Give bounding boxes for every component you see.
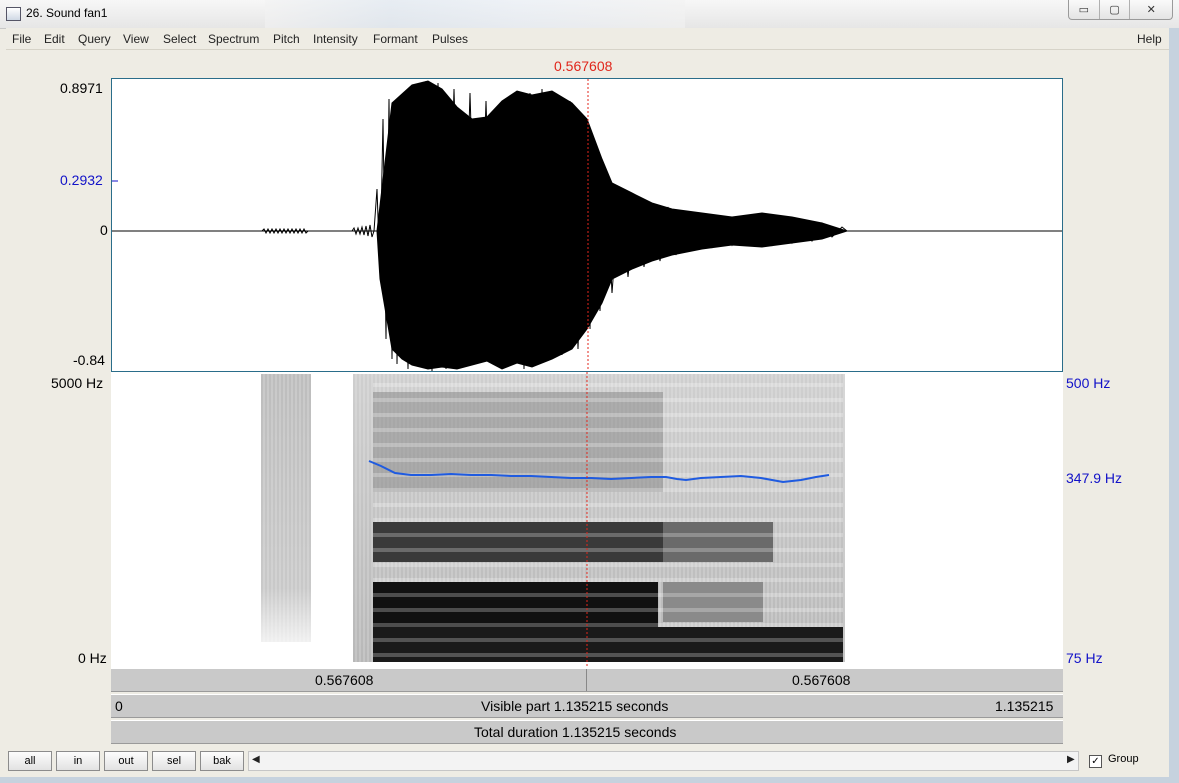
menu-help[interactable]: Help [1137, 32, 1162, 46]
cursor-time-bar[interactable]: 0.567608 0.567608 [111, 668, 1063, 692]
horizontal-scrollbar[interactable]: ◀ ▶ [248, 751, 1079, 771]
menu-edit[interactable]: Edit [44, 32, 65, 46]
spectrogram-panel[interactable] [111, 372, 1063, 668]
menu-pulses[interactable]: Pulses [432, 32, 468, 46]
title-bar[interactable]: 26. Sound fan1 ▭ ▢ ✕ [0, 0, 1179, 29]
wave-ymid-label: 0.2932 [60, 172, 103, 188]
scroll-thumb[interactable] [263, 753, 1064, 769]
waveform-panel[interactable] [111, 78, 1063, 372]
zoom-all-button[interactable]: all [8, 751, 52, 771]
visible-part-bar[interactable]: 0 Visible part 1.135215 seconds 1.135215 [111, 694, 1063, 718]
zoom-out-button[interactable]: out [104, 751, 148, 771]
total-duration-bar[interactable]: Total duration 1.135215 seconds [111, 720, 1063, 744]
zoom-in-button[interactable]: in [56, 751, 100, 771]
minimize-button[interactable]: ▭ [1069, 0, 1100, 19]
zoom-sel-button[interactable]: sel [152, 751, 196, 771]
cursor-time-label: 0.567608 [554, 58, 613, 74]
wave-ymax-label: 0.8971 [60, 80, 103, 96]
total-duration-label: Total duration 1.135215 seconds [474, 724, 677, 740]
zoom-back-button[interactable]: bak [200, 751, 244, 771]
pitch-bottom-label: 75 Hz [1066, 650, 1103, 666]
praat-sound-editor-window: 26. Sound fan1 ▭ ▢ ✕ File Edit Query Vie… [0, 0, 1179, 783]
spectrogram-energy [261, 374, 845, 662]
bottom-toolbar: all in out sel bak ◀ ▶ ✓ Group [0, 747, 1179, 777]
waveform-graphic [112, 79, 1062, 372]
cursor-divider [586, 669, 587, 691]
menu-bar: File Edit Query View Select Spectrum Pit… [6, 28, 1169, 50]
menu-select[interactable]: Select [163, 32, 196, 46]
menu-formant[interactable]: Formant [373, 32, 418, 46]
caption-buttons: ▭ ▢ ✕ [1068, 0, 1173, 20]
group-toggle[interactable]: ✓ Group [1089, 753, 1139, 768]
window-frame-right [1169, 28, 1179, 783]
window-frame-bottom [0, 777, 1179, 783]
scroll-left-arrow-icon[interactable]: ◀ [252, 754, 260, 765]
menu-pitch[interactable]: Pitch [273, 32, 300, 46]
window-title: 26. Sound fan1 [26, 6, 108, 20]
group-checkbox[interactable]: ✓ [1089, 755, 1102, 768]
menu-query[interactable]: Query [78, 32, 111, 46]
spectrogram-graphic [261, 372, 845, 668]
wave-ymin-label: -0.84 [73, 352, 105, 368]
maximize-button[interactable]: ▢ [1100, 0, 1131, 19]
waveform-trace [261, 80, 849, 372]
group-label: Group [1108, 753, 1139, 765]
app-window-icon [6, 7, 21, 21]
spec-freq-bottom-label: 0 Hz [78, 650, 107, 666]
close-button[interactable]: ✕ [1130, 0, 1172, 19]
pitch-current-label: 347.9 Hz [1066, 470, 1123, 486]
menu-view[interactable]: View [123, 32, 149, 46]
menu-file[interactable]: File [12, 32, 31, 46]
menu-intensity[interactable]: Intensity [313, 32, 358, 46]
scroll-right-arrow-icon[interactable]: ▶ [1067, 754, 1075, 765]
visible-start-label: 0 [115, 698, 123, 714]
menu-spectrum[interactable]: Spectrum [208, 32, 259, 46]
wave-zero-label: 0 [100, 222, 108, 238]
visible-part-label: Visible part 1.135215 seconds [481, 698, 669, 714]
background-window-reflection [265, 0, 685, 28]
spec-freq-top-label: 5000 Hz [51, 375, 104, 391]
pitch-top-label: 500 Hz [1066, 375, 1111, 391]
time-left-label: 0.567608 [315, 672, 374, 688]
time-right-label: 0.567608 [792, 672, 851, 688]
visible-end-label: 1.135215 [995, 698, 1054, 714]
